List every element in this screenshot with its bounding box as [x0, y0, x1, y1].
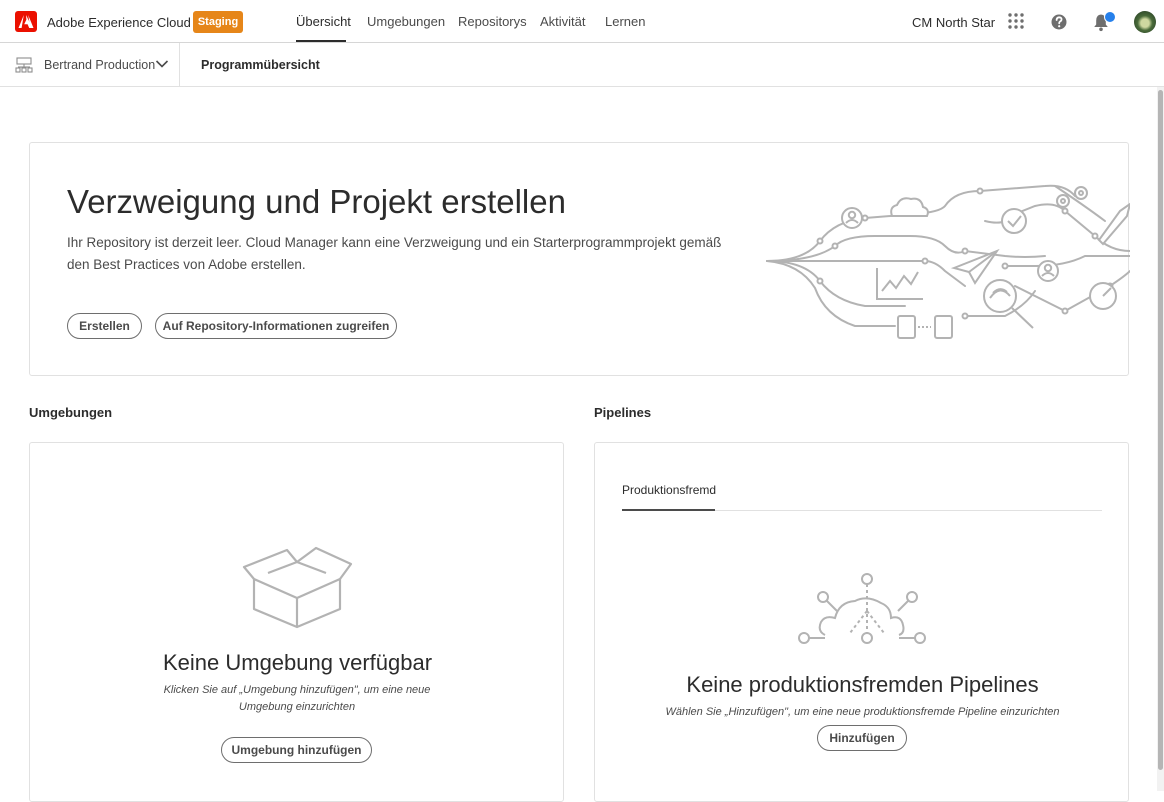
scrollbar-thumb[interactable] — [1158, 90, 1163, 770]
environments-empty-title: Keine Umgebung verfügbar — [162, 650, 433, 675]
app-name[interactable]: Adobe Experience Cloud — [47, 15, 191, 30]
nav-tab-activity[interactable]: Aktivität — [540, 14, 586, 29]
environments-empty-hint: Klicken Sie auf „Umgebung hinzufügen", u… — [163, 684, 431, 713]
environments-section-title: Umgebungen — [29, 405, 113, 420]
create-branch-card: Verzweigung und Projekt erstellen Ihr Re… — [29, 142, 1130, 376]
help-icon[interactable] — [1049, 11, 1071, 33]
pipeline-cloud-icon — [798, 573, 926, 644]
add-pipeline-button[interactable]: Hinzufügen — [817, 725, 907, 751]
environments-card: Keine Umgebung verfügbar Klicken Sie auf… — [29, 442, 564, 802]
pipelines-empty-hint: Wählen Sie „Hinzufügen", um eine neue pr… — [665, 706, 1060, 718]
repo-info-button[interactable]: Auf Repository-Informationen zugreifen — [155, 313, 397, 339]
sub-header: Bertrand Production Programmübersicht — [0, 43, 1164, 87]
org-switcher[interactable]: CM North Star — [912, 15, 995, 30]
env-badge: Staging — [193, 11, 243, 33]
active-tab-indicator — [296, 40, 346, 42]
hero-title: Verzweigung und Projekt erstellen — [67, 183, 566, 220]
top-bar: Adobe Experience Cloud Staging Übersicht… — [0, 0, 1164, 43]
chevron-down-icon[interactable] — [155, 59, 169, 69]
nav-tab-learn[interactable]: Lernen — [605, 14, 645, 29]
nav-tab-repositories[interactable]: Repositorys — [458, 14, 527, 29]
pipelines-card: Produktionsfremd Keine produktionsfremde… — [594, 442, 1129, 802]
pipelines-section-title: Pipelines — [594, 405, 652, 420]
add-environment-button[interactable]: Umgebung hinzufügen — [221, 737, 372, 763]
breadcrumb: Programmübersicht — [201, 58, 320, 72]
empty-box-icon — [242, 546, 353, 629]
pipelines-empty-title: Keine produktionsfremden Pipelines — [686, 672, 1039, 697]
program-icon — [15, 57, 33, 73]
adobe-logo-icon[interactable] — [15, 11, 37, 32]
program-name: Bertrand Production — [44, 58, 156, 72]
avatar[interactable] — [1134, 11, 1156, 33]
program-selector[interactable]: Bertrand Production — [15, 43, 180, 87]
hero-description: Ihr Repository ist derzeit leer. Cloud M… — [67, 235, 722, 272]
active-tab-indicator — [622, 509, 715, 511]
apps-grid-icon[interactable] — [1006, 11, 1028, 33]
nav-tab-overview[interactable]: Übersicht — [296, 14, 351, 29]
nav-tab-environments[interactable]: Umgebungen — [367, 14, 445, 29]
create-button[interactable]: Erstellen — [67, 313, 142, 339]
notification-dot — [1104, 11, 1116, 23]
workflow-illustration-icon — [766, 184, 1130, 339]
tab-non-production[interactable]: Produktionsfremd — [622, 483, 716, 497]
